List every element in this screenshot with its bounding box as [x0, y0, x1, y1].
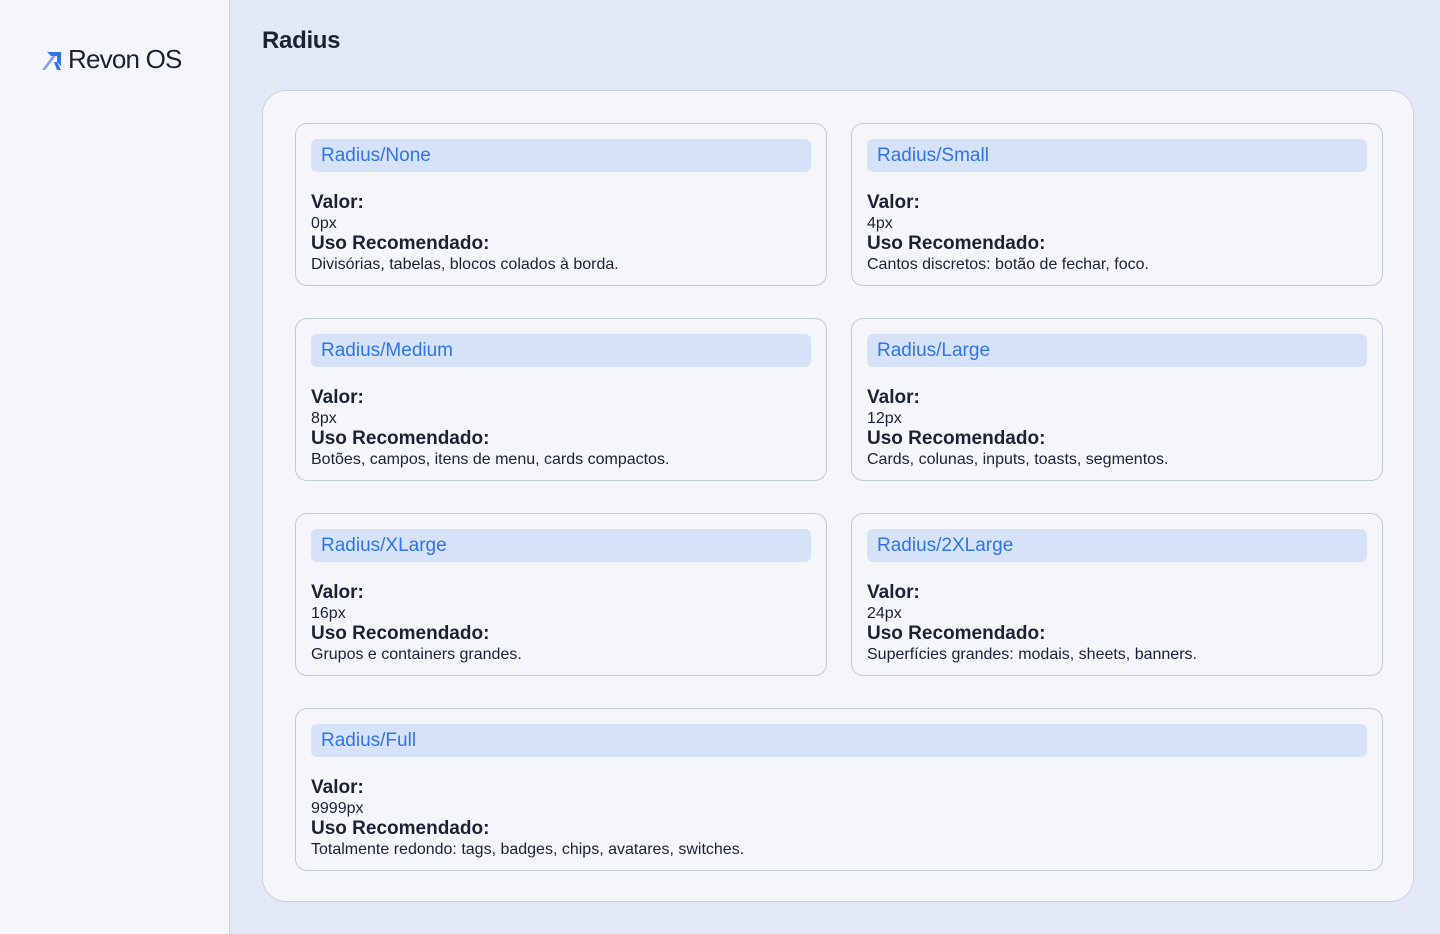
token-usage: Divisórias, tabelas, blocos colados à bo…	[311, 256, 619, 273]
token-card-radius-medium: Radius/Medium Valor: 8px Uso Recomendado…	[295, 318, 827, 481]
usage-label: Uso Recomendado:	[867, 623, 1046, 644]
token-value: 16px	[311, 605, 346, 622]
token-usage: Superfícies grandes: modais, sheets, ban…	[867, 646, 1197, 663]
value-label: Valor:	[867, 582, 920, 603]
token-name: Radius/2XLarge	[867, 529, 1367, 562]
radius-token-grid: Radius/None Valor: 0px Uso Recomendado: …	[295, 123, 1383, 871]
token-name: Radius/None	[311, 139, 811, 172]
token-card-radius-none: Radius/None Valor: 0px Uso Recomendado: …	[295, 123, 827, 286]
value-label: Valor:	[311, 777, 364, 798]
brand-name: Revon OS	[68, 44, 182, 74]
token-usage: Cards, colunas, inputs, toasts, segmento…	[867, 451, 1169, 468]
value-label: Valor:	[311, 192, 364, 213]
token-name: Radius/Medium	[311, 334, 811, 367]
usage-label: Uso Recomendado:	[311, 233, 490, 254]
token-name: Radius/XLarge	[311, 529, 811, 562]
usage-label: Uso Recomendado:	[311, 428, 490, 449]
token-value: 24px	[867, 605, 902, 622]
token-value: 12px	[867, 410, 902, 427]
value-label: Valor:	[867, 387, 920, 408]
brand-logo[interactable]: Revon OS	[41, 44, 182, 75]
token-usage: Cantos discretos: botão de fechar, foco.	[867, 256, 1149, 273]
page-title: Radius	[262, 27, 341, 54]
token-name: Radius/Full	[311, 724, 1367, 757]
usage-label: Uso Recomendado:	[311, 818, 490, 839]
token-card-radius-full: Radius/Full Valor: 9999px Uso Recomendad…	[295, 708, 1383, 871]
token-name: Radius/Small	[867, 139, 1367, 172]
token-name: Radius/Large	[867, 334, 1367, 367]
token-value: 8px	[311, 410, 337, 427]
token-value: 4px	[867, 215, 893, 232]
radius-panel: Radius/None Valor: 0px Uso Recomendado: …	[262, 90, 1414, 902]
main-content: Radius Radius/None Valor: 0px Uso Recome…	[230, 0, 1440, 934]
usage-label: Uso Recomendado:	[867, 428, 1046, 449]
value-label: Valor:	[867, 192, 920, 213]
app-root: Revon OS Radius Radius/None Valor: 0px U…	[0, 0, 1440, 934]
token-card-radius-small: Radius/Small Valor: 4px Uso Recomendado:…	[851, 123, 1383, 286]
value-label: Valor:	[311, 387, 364, 408]
token-value: 9999px	[311, 800, 364, 817]
arrow-up-right-icon	[41, 49, 63, 71]
value-label: Valor:	[311, 582, 364, 603]
token-card-radius-xlarge: Radius/XLarge Valor: 16px Uso Recomendad…	[295, 513, 827, 676]
token-usage: Grupos e containers grandes.	[311, 646, 522, 663]
usage-label: Uso Recomendado:	[867, 233, 1046, 254]
token-card-radius-2xlarge: Radius/2XLarge Valor: 24px Uso Recomenda…	[851, 513, 1383, 676]
token-card-radius-large: Radius/Large Valor: 12px Uso Recomendado…	[851, 318, 1383, 481]
token-usage: Totalmente redondo: tags, badges, chips,…	[311, 841, 745, 858]
token-usage: Botões, campos, itens de menu, cards com…	[311, 451, 670, 468]
token-value: 0px	[311, 215, 337, 232]
sidebar: Revon OS	[0, 0, 230, 934]
usage-label: Uso Recomendado:	[311, 623, 490, 644]
